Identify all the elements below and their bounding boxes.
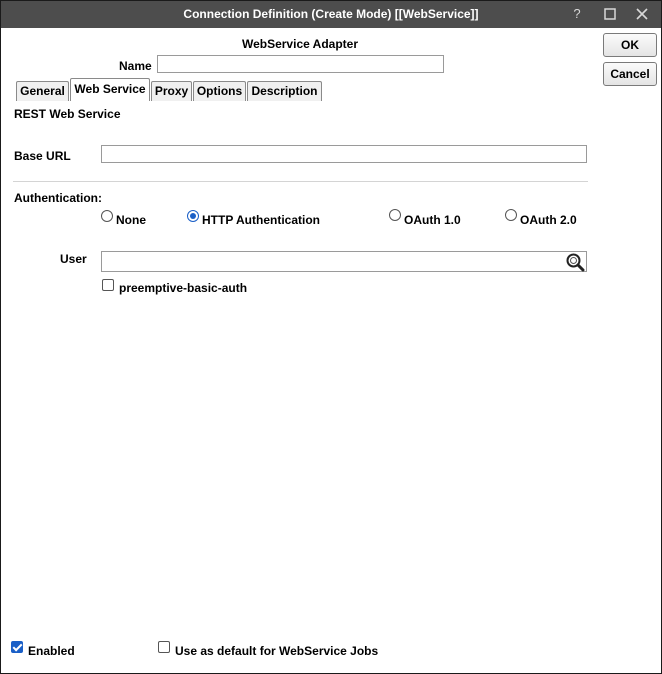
auth-oauth2-label[interactable]: OAuth 2.0 (520, 213, 577, 227)
connection-definition-dialog: Connection Definition (Create Mode) [[We… (0, 0, 662, 674)
window-title: Connection Definition (Create Mode) [[We… (183, 7, 479, 21)
search-icon[interactable] (565, 252, 585, 272)
maximize-icon[interactable] (600, 4, 620, 24)
section-title: REST Web Service (14, 107, 121, 121)
auth-http-label[interactable]: HTTP Authentication (202, 213, 320, 227)
user-label: User (60, 252, 87, 266)
default-jobs-checkbox[interactable] (158, 641, 170, 653)
user-input[interactable] (101, 251, 587, 272)
adapter-title: WebService Adapter (241, 37, 359, 51)
preemptive-basic-auth-label[interactable]: preemptive-basic-auth (119, 281, 247, 295)
divider (13, 181, 588, 182)
authentication-label: Authentication: (14, 191, 102, 205)
help-icon[interactable]: ? (567, 4, 587, 24)
name-input[interactable] (157, 55, 444, 73)
close-icon[interactable] (632, 4, 652, 24)
ok-button[interactable]: OK (603, 33, 657, 57)
auth-oauth2-radio[interactable] (505, 209, 517, 221)
enabled-label[interactable]: Enabled (28, 644, 75, 658)
tab-web-service[interactable]: Web Service (70, 78, 150, 101)
tab-general[interactable]: General (16, 81, 69, 101)
auth-oauth1-radio[interactable] (389, 209, 401, 221)
auth-none-radio[interactable] (101, 210, 113, 222)
base-url-label: Base URL (14, 149, 71, 163)
name-label: Name (119, 59, 152, 73)
tab-proxy[interactable]: Proxy (151, 81, 192, 101)
title-bar: Connection Definition (Create Mode) [[We… (1, 1, 661, 28)
auth-oauth1-label[interactable]: OAuth 1.0 (404, 213, 461, 227)
cancel-button[interactable]: Cancel (603, 62, 657, 86)
base-url-input[interactable] (101, 145, 587, 163)
auth-http-radio[interactable] (187, 210, 199, 222)
auth-none-label[interactable]: None (116, 213, 146, 227)
preemptive-basic-auth-checkbox[interactable] (102, 279, 114, 291)
enabled-checkbox[interactable] (11, 641, 23, 653)
default-jobs-label[interactable]: Use as default for WebService Jobs (175, 644, 378, 658)
tab-description[interactable]: Description (247, 81, 322, 101)
tab-options[interactable]: Options (193, 81, 246, 101)
